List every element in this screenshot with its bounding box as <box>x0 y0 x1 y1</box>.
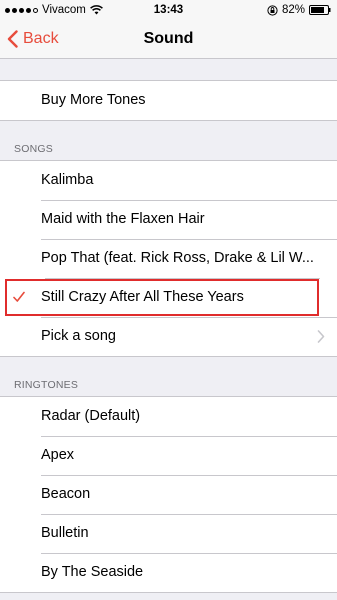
buy-more-tones-label: Buy More Tones <box>41 92 146 108</box>
ringtone-item[interactable]: By The Seaside <box>0 553 337 592</box>
pick-a-song-item[interactable]: Pick a song <box>0 317 337 356</box>
checkmark-icon <box>13 291 25 302</box>
song-label: Still Crazy After All These Years <box>41 289 244 305</box>
song-label: Pop That (feat. Rick Ross, Drake & Lil W… <box>41 250 314 266</box>
song-item-selected[interactable]: Still Crazy After All These Years <box>4 278 320 317</box>
ringtone-label: Beacon <box>41 486 91 502</box>
status-right: 82% <box>267 4 331 16</box>
ringtone-label: By The Seaside <box>41 564 144 580</box>
store-group: Buy More Tones <box>0 80 337 121</box>
ringtone-label: Apex <box>41 447 75 463</box>
song-item[interactable]: Kalimba <box>0 161 337 200</box>
ringtone-label: Bulletin <box>41 525 89 541</box>
ringtones-group: Radar (Default) Apex Beacon Bulletin By … <box>0 396 337 593</box>
songs-section-header: SONGS <box>14 143 53 155</box>
ringtone-item[interactable]: Radar (Default) <box>0 397 337 436</box>
pick-a-song-label: Pick a song <box>41 328 116 344</box>
battery-icon <box>309 5 331 15</box>
ringtone-item[interactable]: Beacon <box>0 475 337 514</box>
ringtone-label: Radar (Default) <box>41 408 141 424</box>
buy-more-tones-item[interactable]: Buy More Tones <box>0 81 337 120</box>
settings-list: Buy More Tones SONGS Kalimba Maid with t… <box>0 59 337 593</box>
song-item[interactable]: Maid with the Flaxen Hair <box>0 200 337 239</box>
ringtone-item[interactable]: Bulletin <box>0 514 337 553</box>
song-label: Maid with the Flaxen Hair <box>41 211 205 227</box>
battery-percent: 82% <box>281 4 305 16</box>
song-item[interactable]: Pop That (feat. Rick Ross, Drake & Lil W… <box>0 239 337 278</box>
chevron-right-icon <box>317 330 325 343</box>
ringtones-section-header: RINGTONES <box>14 379 79 391</box>
navigation-bar: Back Sound <box>0 20 337 59</box>
ringtone-item[interactable]: Apex <box>0 436 337 475</box>
status-bar: Vivacom 13:43 82% <box>0 0 337 20</box>
songs-group: Kalimba Maid with the Flaxen Hair Pop Th… <box>0 160 337 357</box>
rotation-lock-icon <box>267 4 278 16</box>
page-title: Sound <box>143 30 194 47</box>
song-label: Kalimba <box>41 172 94 188</box>
top-spacer <box>0 59 337 80</box>
